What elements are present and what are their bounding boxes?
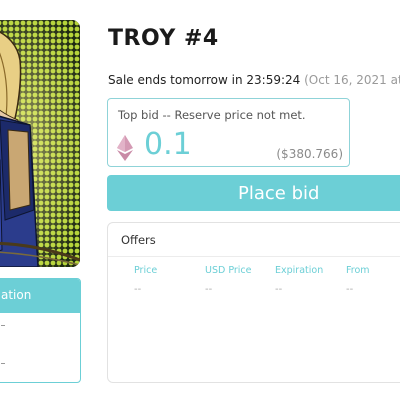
top-bid-label: Top bid -- Reserve price not met. <box>118 108 306 122</box>
offers-divider <box>108 256 400 257</box>
column-header-expiration[interactable]: Expiration <box>275 265 323 276</box>
column-header-price[interactable]: Price <box>134 265 157 276</box>
top-bid-usd: ($380.766) <box>276 147 343 161</box>
nft-detail-page: ation TROY #4 Sale ends tomorrow in 23:5… <box>0 0 400 400</box>
details-dash <box>1 325 5 326</box>
ethereum-icon <box>117 135 133 165</box>
sale-countdown-time: 23:59:24 <box>246 73 301 87</box>
sale-label: Sale ends tomorrow in <box>108 73 243 87</box>
details-panel: ation <box>0 278 81 383</box>
offers-title: Offers <box>121 233 156 247</box>
column-header-usd-price[interactable]: USD Price <box>205 265 252 276</box>
nft-artwork-image <box>0 20 80 267</box>
offer-usd-price-cell: -- <box>205 284 213 295</box>
top-bid-amount: 0.1 <box>144 127 192 162</box>
offers-panel: Offers Price USD Price Expiration From -… <box>107 222 400 383</box>
top-bid-box: Top bid -- Reserve price not met. 0.1 ($… <box>107 98 350 167</box>
column-header-from[interactable]: From <box>346 265 370 276</box>
sale-countdown: Sale ends tomorrow in 23:59:24 (Oct 16, … <box>108 73 400 87</box>
offer-from-cell: -- <box>346 284 354 295</box>
offer-price-cell: -- <box>134 284 142 295</box>
details-panel-header[interactable]: ation <box>0 279 80 313</box>
nft-title: TROY #4 <box>108 26 219 51</box>
sale-end-date: (Oct 16, 2021 at 4:0 <box>304 73 400 87</box>
details-dash <box>1 363 5 364</box>
place-bid-button[interactable]: Place bid <box>107 175 400 211</box>
offer-expiration-cell: -- <box>275 284 283 295</box>
